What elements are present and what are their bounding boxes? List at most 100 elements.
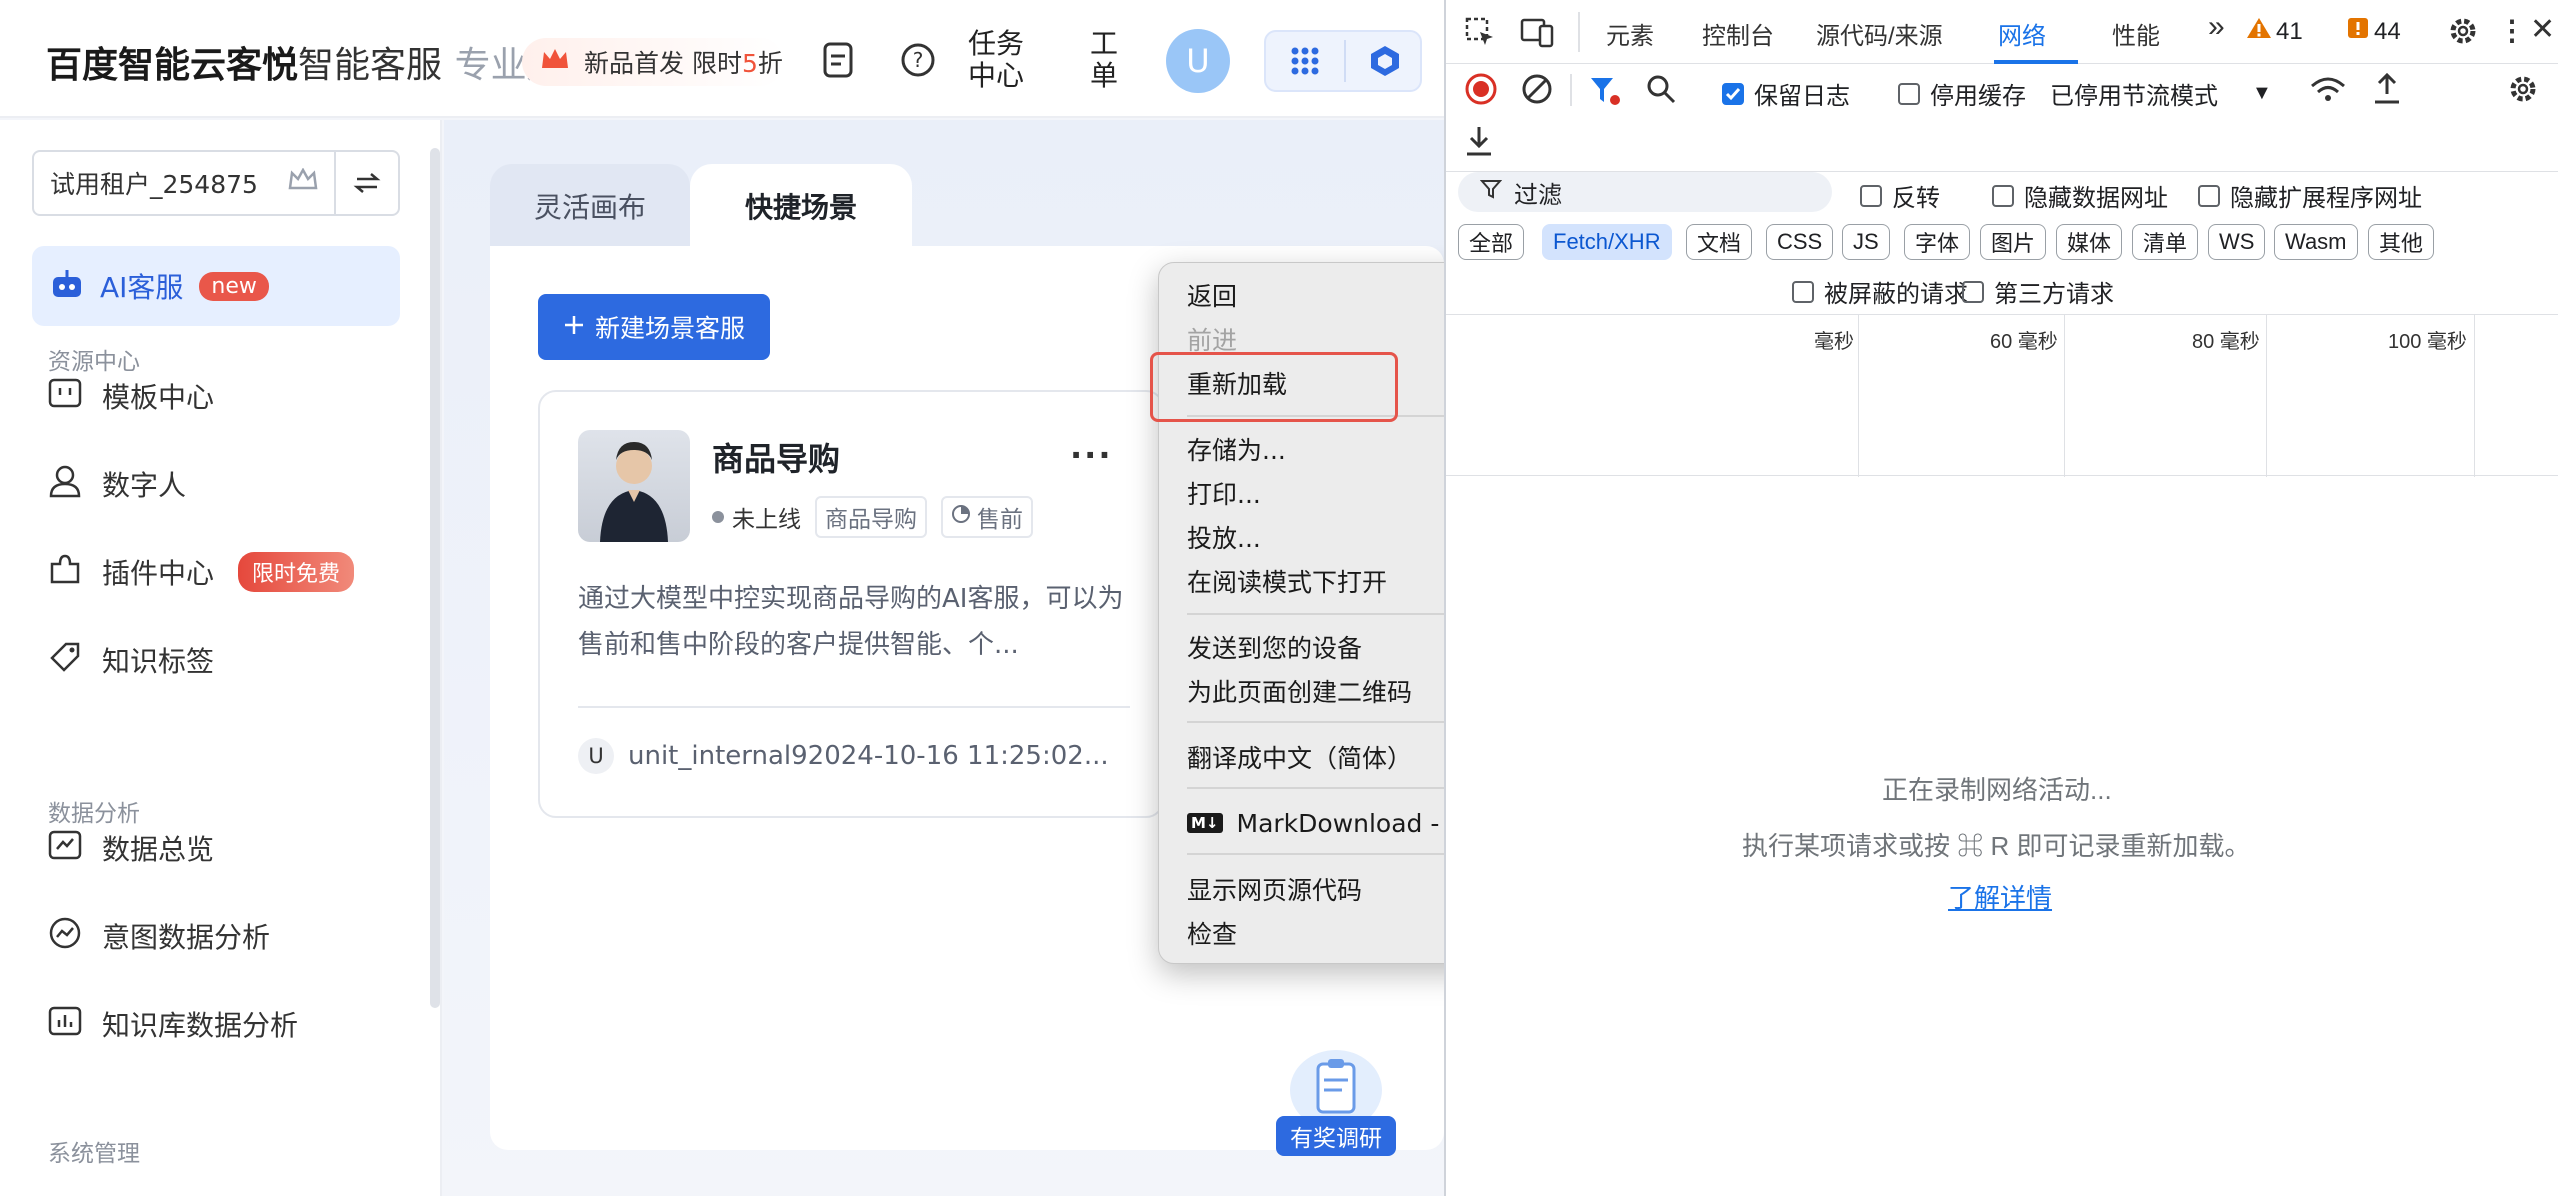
checkbox-unchecked bbox=[1898, 82, 1920, 105]
more-options-icon[interactable]: ··· bbox=[1070, 436, 1112, 474]
third-party-label: 第三方请求 bbox=[1994, 281, 2114, 308]
promo-banner[interactable]: 新品首发 限时5折 bbox=[522, 38, 784, 86]
chip-doc[interactable]: 文档 bbox=[1686, 224, 1753, 260]
menu-item-view-source[interactable]: 显示网页源代码 bbox=[1187, 869, 1362, 909]
tab-flexible-canvas[interactable]: 灵活画布 bbox=[490, 164, 690, 248]
cube-icon[interactable] bbox=[1346, 32, 1424, 90]
search-icon[interactable] bbox=[1646, 74, 1676, 109]
warnings-counter[interactable]: 41 bbox=[2246, 16, 2303, 47]
puzzle-icon bbox=[48, 552, 82, 593]
help-icon[interactable]: ? bbox=[898, 40, 938, 80]
checkbox-checked bbox=[1722, 82, 1744, 105]
sidebar-item-templates[interactable]: 模板中心 bbox=[48, 374, 214, 418]
menu-item-print[interactable]: 打印... bbox=[1187, 473, 1261, 513]
invert-checkbox[interactable]: 反转 bbox=[1860, 178, 1940, 213]
menu-item-back[interactable]: 返回 bbox=[1187, 275, 1237, 315]
person-icon bbox=[48, 464, 82, 505]
grid-apps-icon[interactable] bbox=[1266, 32, 1344, 90]
throttle-select[interactable]: 已停用节流模式 ▼ bbox=[2050, 76, 2272, 111]
stage-tag: 售前 bbox=[941, 496, 1033, 538]
chip-manifest[interactable]: 清单 bbox=[2132, 224, 2199, 260]
filter-icon[interactable] bbox=[1588, 74, 1622, 113]
device-toolbar-icon[interactable] bbox=[1520, 16, 1554, 53]
sidebar-item-knowledge-tags[interactable]: 知识标签 bbox=[48, 638, 214, 682]
third-party-checkbox[interactable]: 第三方请求 bbox=[1962, 274, 2114, 309]
tenant-selector[interactable]: 试用租户_254875 bbox=[32, 150, 400, 216]
avatar[interactable]: U bbox=[1166, 29, 1230, 93]
reload-hint: 执行某项请求或按 ⌘ R 即可记录重新加载。 bbox=[1742, 831, 2251, 861]
menu-item-send-to-device[interactable]: 发送到您的设备 bbox=[1187, 627, 1362, 667]
close-icon[interactable]: ✕ bbox=[2530, 12, 2555, 47]
clear-icon[interactable] bbox=[1520, 72, 1554, 111]
scene-card[interactable]: 商品导购 ··· 未上线 商品导购 售前 通过大模型中控实现商品导购的AI客服，… bbox=[538, 390, 1164, 818]
tab-elements[interactable]: 元素 bbox=[1606, 16, 1654, 51]
chip-js[interactable]: JS bbox=[1842, 224, 1890, 260]
inspect-element-icon[interactable] bbox=[1464, 16, 1496, 53]
brand-sub: 智能客服 bbox=[298, 45, 443, 86]
network-settings-icon[interactable] bbox=[2506, 72, 2540, 111]
document-icon[interactable] bbox=[818, 40, 858, 80]
tab-performance[interactable]: 性能 bbox=[2112, 16, 2160, 51]
wifi-settings-icon[interactable] bbox=[2308, 74, 2348, 111]
menu-item-save-as[interactable]: 存储为... bbox=[1187, 429, 1286, 469]
more-tabs-icon[interactable]: » bbox=[2208, 10, 2225, 44]
promo-suffix: 折 bbox=[757, 49, 783, 78]
sidebar-item-overview[interactable]: 数据总览 bbox=[48, 826, 214, 870]
kebab-menu-icon[interactable]: ⋮ bbox=[2498, 14, 2526, 47]
gridline bbox=[2266, 315, 2267, 477]
filter-input[interactable]: 过滤 bbox=[1458, 172, 1832, 212]
errors-counter[interactable]: 44 bbox=[2346, 16, 2401, 47]
menu-item-reader-mode[interactable]: 在阅读模式下打开 bbox=[1187, 561, 1387, 601]
card-footer: U unit_internal92024-10-16 11:25:02... bbox=[578, 738, 1109, 774]
highlight-box bbox=[1150, 352, 1398, 422]
survey-widget[interactable]: 有奖调研 bbox=[1276, 1050, 1396, 1156]
chip-all[interactable]: 全部 bbox=[1458, 224, 1525, 260]
record-icon[interactable] bbox=[1464, 72, 1498, 111]
tab-sources[interactable]: 源代码/来源 bbox=[1816, 16, 1943, 51]
sidebar-item-digital-human[interactable]: 数字人 bbox=[48, 462, 186, 506]
sidebar-scrollbar[interactable] bbox=[430, 148, 440, 1008]
download-icon[interactable] bbox=[1464, 124, 1494, 163]
sidebar-item-ai-service[interactable]: AI客服 new bbox=[32, 246, 400, 326]
sidebar-item-plugins[interactable]: 插件中心 限时免费 bbox=[48, 550, 355, 594]
sidebar-item-intent-analysis[interactable]: 意图数据分析 bbox=[48, 914, 270, 958]
chip-media[interactable]: 媒体 bbox=[2056, 224, 2123, 260]
new-scene-button[interactable]: 新建场景客服 bbox=[538, 294, 770, 360]
preserve-log-checkbox[interactable]: 保留日志 bbox=[1722, 76, 1850, 111]
svg-text:?: ? bbox=[913, 48, 924, 72]
recording-message: 正在录制网络活动... bbox=[1882, 775, 2112, 805]
ticket-link[interactable]: 工单 bbox=[1090, 28, 1124, 92]
tab-console[interactable]: 控制台 bbox=[1702, 16, 1774, 51]
learn-more-link[interactable]: 了解详情 bbox=[1948, 878, 2052, 915]
crown-icon bbox=[540, 46, 570, 78]
funnel-icon bbox=[1479, 178, 1503, 207]
disable-cache-checkbox[interactable]: 停用缓存 bbox=[1898, 76, 2026, 111]
switch-tenant-icon[interactable] bbox=[336, 152, 398, 214]
hide-ext-urls-checkbox[interactable]: 隐藏扩展程序网址 bbox=[2198, 178, 2422, 213]
sidebar-item-kb-analysis[interactable]: 知识库数据分析 bbox=[48, 1002, 298, 1046]
gear-icon[interactable] bbox=[2446, 14, 2480, 53]
chip-img[interactable]: 图片 bbox=[1980, 224, 2047, 260]
chip-ws[interactable]: WS bbox=[2208, 224, 2266, 260]
menu-item-translate[interactable]: 翻译成中文（简体） bbox=[1187, 737, 1412, 777]
brand-logo[interactable]: 百度智能云客悦智能客服 专业版 bbox=[46, 36, 563, 88]
menu-item-cast[interactable]: 投放... bbox=[1187, 517, 1261, 557]
user-avatar: U bbox=[578, 738, 614, 774]
sidebar-item-label: 数据总览 bbox=[102, 833, 215, 866]
tab-network[interactable]: 网络 bbox=[1998, 16, 2046, 51]
hide-data-urls-checkbox[interactable]: 隐藏数据网址 bbox=[1992, 178, 2168, 213]
blocked-requests-checkbox[interactable]: 被屏蔽的请求 bbox=[1792, 274, 1968, 309]
upload-icon[interactable] bbox=[2372, 72, 2402, 111]
tab-quick-scenes[interactable]: 快捷场景 bbox=[690, 164, 912, 248]
chip-css[interactable]: CSS bbox=[1766, 224, 1834, 260]
chip-font[interactable]: 字体 bbox=[1904, 224, 1971, 260]
chip-wasm[interactable]: Wasm bbox=[2274, 224, 2358, 260]
chip-fetch-xhr[interactable]: Fetch/XHR bbox=[1542, 224, 1672, 260]
task-center-link[interactable]: 任务中心 bbox=[968, 28, 1048, 92]
network-timeline[interactable]: 毫秒 60 毫秒 80 毫秒 100 毫秒 bbox=[1446, 314, 2558, 477]
menu-item-inspect[interactable]: 检查 bbox=[1187, 913, 1237, 953]
sidebar-item-label: AI客服 bbox=[100, 271, 184, 304]
checkbox-unchecked bbox=[1962, 280, 1984, 303]
chip-other[interactable]: 其他 bbox=[2368, 224, 2435, 260]
menu-item-qr-code[interactable]: 为此页面创建二维码 bbox=[1187, 671, 1412, 711]
